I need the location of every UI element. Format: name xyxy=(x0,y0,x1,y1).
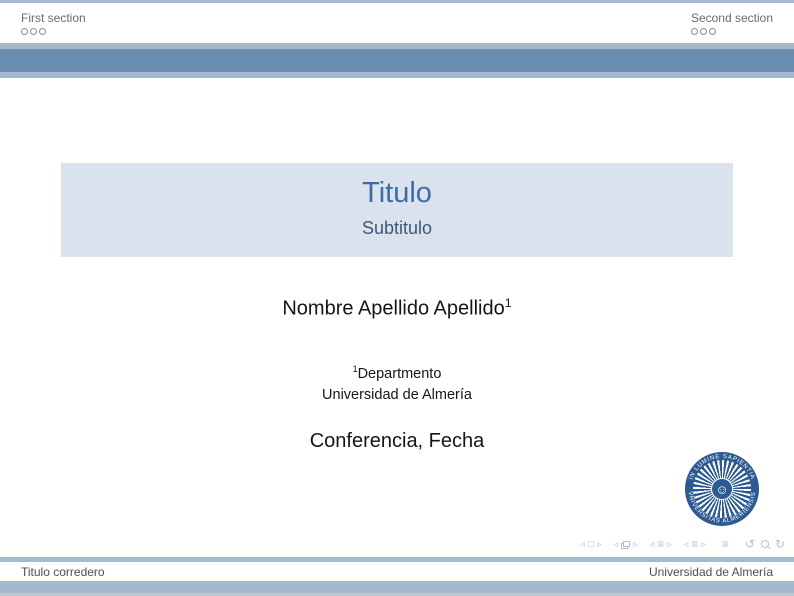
author-line: Nombre Apellido Apellido1 xyxy=(0,296,794,321)
next-subsection-icon[interactable]: ▹ xyxy=(667,537,672,552)
second-section-dots xyxy=(691,28,773,36)
institute-department: Departmento xyxy=(358,366,442,382)
slide-dot[interactable] xyxy=(21,28,28,35)
beamer-title-slide: First section Second section Titulo Subt… xyxy=(0,0,794,596)
next-frame-icon[interactable]: ▹ xyxy=(633,537,638,552)
go-back-icon[interactable]: ↺ xyxy=(745,537,755,552)
beamer-navigation-bar: ◃ □ ▹ ◃ ▹ ◃ ≡ ▹ ◃ ≡ ▹ ≡ ↺ ↻ xyxy=(581,537,785,552)
appendix-icon[interactable]: ≡ xyxy=(722,537,729,552)
second-section-label[interactable]: Second section xyxy=(691,11,773,25)
slide-title: Titulo xyxy=(61,177,733,210)
header-second-section: Second section xyxy=(691,11,773,43)
university-seal-logo: ☺ IN LUMINE SAPIENTIA VNIVERSITAS ALMERI… xyxy=(685,452,759,526)
conference-date: Conferencia, Fecha xyxy=(0,430,794,453)
subsection-nav-group: ◃ ≡ ▹ xyxy=(650,537,672,552)
slide-subtitle: Subtitulo xyxy=(61,217,733,239)
prev-frame-icon[interactable]: ◃ xyxy=(614,537,619,552)
author-name: Nombre Apellido Apellido xyxy=(282,298,504,320)
first-section-dots xyxy=(21,28,86,36)
slide-icon[interactable]: □ xyxy=(588,537,594,552)
institute-department-line: 1Departmento xyxy=(0,359,794,385)
footline: Titulo corredero Universidad de Almería xyxy=(0,562,794,581)
seal-ring-text: IN LUMINE SAPIENTIA VNIVERSITAS ALMERIEN… xyxy=(685,452,759,526)
next-slide-icon[interactable]: ▹ xyxy=(597,537,602,552)
slide-nav-group: ◃ □ ▹ xyxy=(581,537,602,552)
title-block: Titulo Subtitulo xyxy=(61,163,733,257)
section-icon[interactable]: ≡ xyxy=(691,537,698,552)
seal-university-name: VNIVERSITAS ALMERIENSIS xyxy=(687,491,758,524)
section-header: First section Second section xyxy=(0,3,794,43)
slide-dot[interactable] xyxy=(700,28,707,35)
section-nav-group: ◃ ≡ ▹ xyxy=(684,537,706,552)
header-band xyxy=(0,43,794,78)
slide-dot[interactable] xyxy=(39,28,46,35)
prev-slide-icon[interactable]: ◃ xyxy=(581,537,586,552)
subsection-icon[interactable]: ≡ xyxy=(657,537,664,552)
footline-university: Universidad de Almería xyxy=(649,565,773,579)
seal-motto: IN LUMINE SAPIENTIA xyxy=(689,454,756,481)
next-section-icon[interactable]: ▹ xyxy=(701,537,706,552)
go-forward-icon[interactable]: ↻ xyxy=(775,537,785,552)
slide-dot[interactable] xyxy=(709,28,716,35)
frame-nav-group: ◃ ▹ xyxy=(614,537,638,552)
bottom-band xyxy=(0,581,794,593)
header-band-dark xyxy=(0,49,794,72)
author-footnote-mark: 1 xyxy=(505,296,512,310)
institute-block: 1Departmento Universidad de Almería xyxy=(0,359,794,406)
header-first-section: First section xyxy=(21,11,86,43)
prev-subsection-icon[interactable]: ◃ xyxy=(650,537,655,552)
prev-section-icon[interactable]: ◃ xyxy=(684,537,689,552)
frame-icon[interactable] xyxy=(621,541,630,549)
appendix-nav-group: ≡ xyxy=(722,537,729,552)
header-band-light-bottom xyxy=(0,72,794,78)
slide-dot[interactable] xyxy=(30,28,37,35)
first-section-label[interactable]: First section xyxy=(21,11,86,25)
search-icon[interactable] xyxy=(761,540,769,548)
institute-university: Universidad de Almería xyxy=(0,385,794,406)
svg-text:IN LUMINE SAPIENTIA: IN LUMINE SAPIENTIA xyxy=(689,454,756,481)
slide-dot[interactable] xyxy=(691,28,698,35)
footline-short-title: Titulo corredero xyxy=(21,565,105,579)
svg-text:VNIVERSITAS ALMERIENSIS: VNIVERSITAS ALMERIENSIS xyxy=(687,491,758,524)
history-nav-group: ↺ ↻ xyxy=(745,537,785,552)
